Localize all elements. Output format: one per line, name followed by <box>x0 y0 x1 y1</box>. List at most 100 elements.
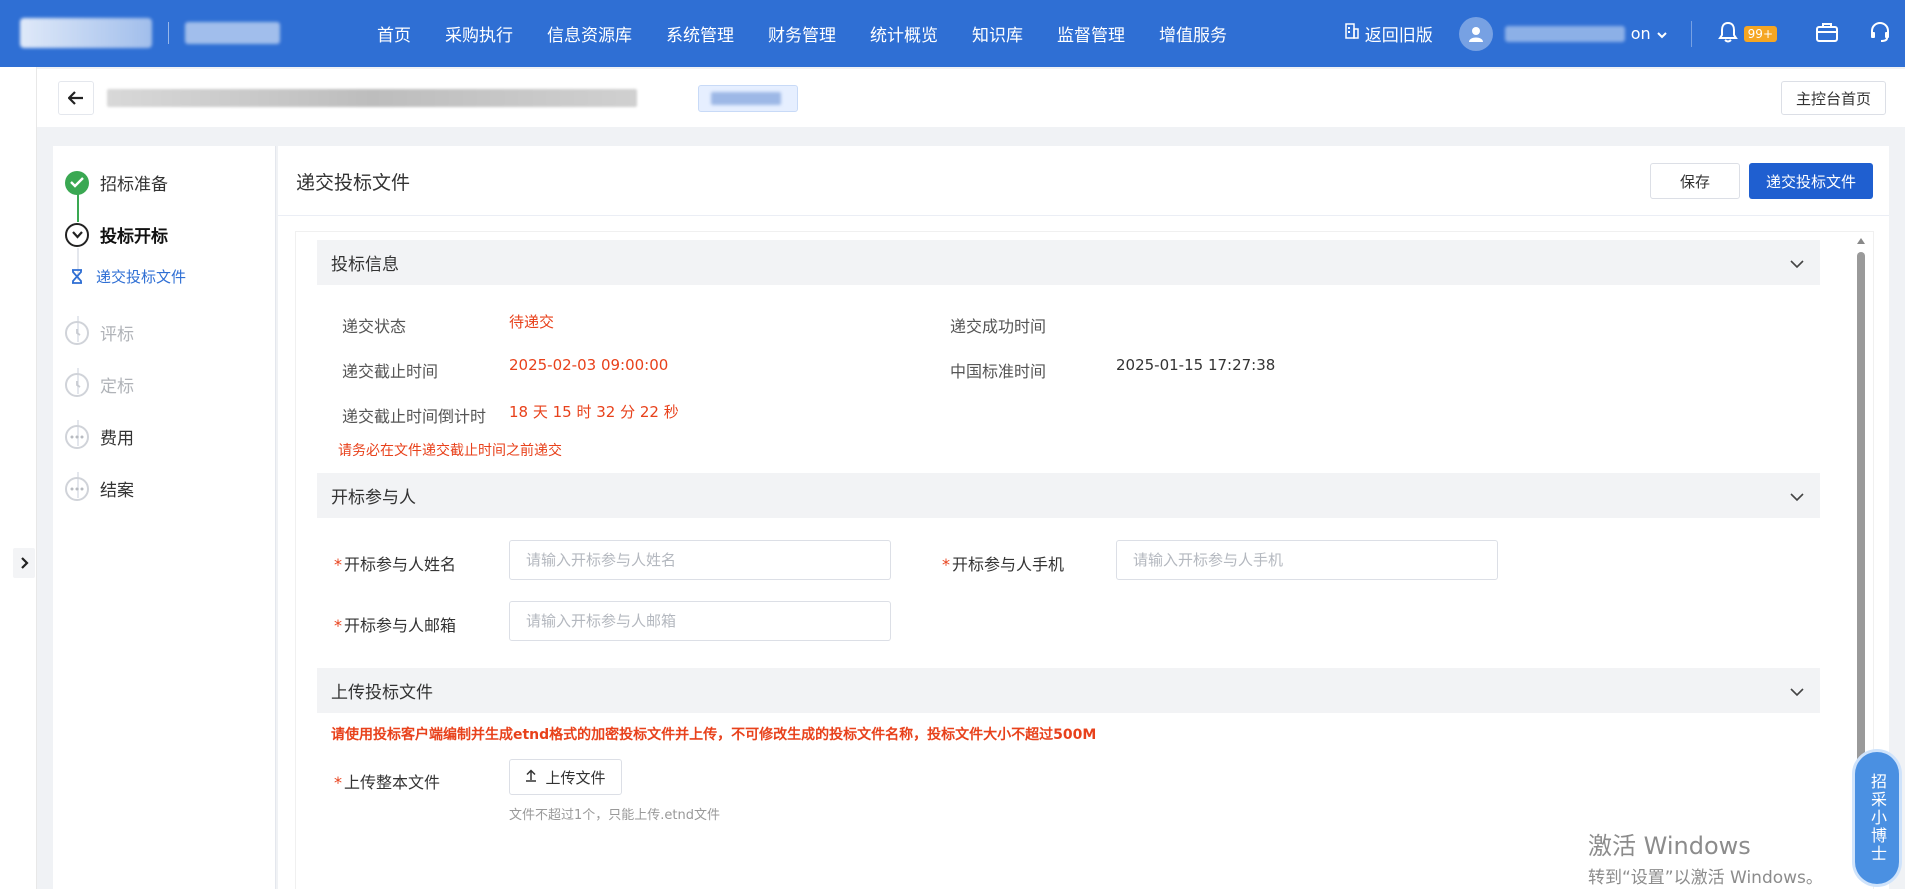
substep-submit-bid[interactable]: 递交投标文件 <box>69 266 186 287</box>
step-close[interactable]: 结案 <box>65 476 134 501</box>
more-dots-icon <box>65 424 89 449</box>
shopping-bag-icon <box>1815 21 1839 47</box>
deadline-value: 2025-02-03 09:00:00 <box>509 356 669 374</box>
expand-sidebar-button[interactable] <box>13 548 35 578</box>
console-home-button[interactable]: 主控台首页 <box>1780 81 1886 115</box>
section-participant[interactable]: 开标参与人 <box>317 473 1820 518</box>
page-title: 递交投标文件 <box>296 172 411 194</box>
clock-icon <box>65 372 89 397</box>
nav-item-knowledge[interactable]: 知识库 <box>955 21 1040 46</box>
old-version-link[interactable]: 返回旧版 <box>1344 21 1433 46</box>
assistant-widget[interactable]: 招采小博士 <box>1855 752 1899 884</box>
step-evaluation[interactable]: 评标 <box>65 320 134 345</box>
nav-item-resources[interactable]: 信息资源库 <box>530 21 649 46</box>
user-icon <box>1468 26 1483 42</box>
project-tag-blurred <box>711 92 781 105</box>
section-title: 投标信息 <box>331 255 399 275</box>
nav-item-home[interactable]: 首页 <box>360 21 428 46</box>
form-content: 投标信息 递交状态 待递交 递交成功时间 递交截止时间 2025-02-03 0… <box>296 232 1873 889</box>
left-collapsed-sidebar <box>0 67 37 889</box>
avatar[interactable] <box>1458 16 1493 51</box>
logo-subtitle <box>185 22 280 44</box>
step-label: 招标准备 <box>100 175 168 195</box>
logo-divider <box>168 22 169 44</box>
logo[interactable] <box>20 18 280 48</box>
bell-icon <box>1717 21 1738 47</box>
substep-label: 递交投标文件 <box>96 268 187 286</box>
nav-item-finance[interactable]: 财务管理 <box>751 21 853 46</box>
hourglass-icon <box>69 269 85 284</box>
nav-divider <box>1690 20 1692 47</box>
step-bid-opening[interactable]: 投标开标 <box>65 222 168 247</box>
notification-badge: 99+ <box>1743 25 1777 42</box>
headset-icon <box>1869 21 1891 47</box>
project-tag <box>698 85 798 112</box>
nav-item-system[interactable]: 系统管理 <box>649 21 751 46</box>
countdown-label: 递交截止时间倒计时 <box>342 407 487 426</box>
notifications[interactable]: 99+ <box>1717 21 1777 47</box>
nav-item-statistics[interactable]: 统计概览 <box>853 21 955 46</box>
step-fees[interactable]: 费用 <box>65 424 134 449</box>
step-label: 定标 <box>100 377 134 397</box>
shopping-bag-button[interactable] <box>1815 21 1839 47</box>
submit-bid-button[interactable]: 递交投标文件 <box>1749 163 1873 199</box>
assistant-label: 招采小博士 <box>1868 773 1887 863</box>
upload-notice: 请使用投标客户端编制并生成etnd格式的加密投标文件并上传，不可修改生成的投标文… <box>331 727 1097 743</box>
section-bid-info[interactable]: 投标信息 <box>317 240 1820 285</box>
upload-icon <box>525 768 537 786</box>
building-icon <box>1344 23 1359 44</box>
step-label: 结案 <box>100 481 134 501</box>
countdown-value: 18 天 15 时 32 分 22 秒 <box>509 403 679 421</box>
nav-item-supervision[interactable]: 监督管理 <box>1040 21 1142 46</box>
chevron-down-icon <box>1656 24 1667 43</box>
cn-time-label: 中国标准时间 <box>950 362 1047 381</box>
step-award[interactable]: 定标 <box>65 372 134 397</box>
nav-item-procurement[interactable]: 采购执行 <box>428 21 530 46</box>
chevron-down-icon <box>1790 254 1804 274</box>
watermark-line2: 转到“设置”以激活 Windows。 <box>1588 868 1823 888</box>
cn-time-value: 2025-01-15 17:27:38 <box>1116 356 1276 374</box>
chevron-down-icon <box>1790 682 1804 702</box>
watermark-line1: 激活 Windows <box>1588 832 1751 860</box>
participant-email-input[interactable] <box>509 601 891 641</box>
participant-name-input[interactable] <box>509 540 891 580</box>
user-name-blurred <box>1504 25 1625 42</box>
nav-item-value-added[interactable]: 增值服务 <box>1142 21 1244 46</box>
process-steps: 招标准备 投标开标 递交投标文件 评标 定标 费用 结案 <box>53 146 276 889</box>
status-label: 递交状态 <box>342 317 407 336</box>
more-dots-icon <box>65 476 89 501</box>
step-bid-prep[interactable]: 招标准备 <box>65 170 168 195</box>
status-value: 待递交 <box>509 313 555 331</box>
upload-button-label: 上传文件 <box>545 768 606 787</box>
upload-file-button[interactable]: 上传文件 <box>509 759 622 795</box>
save-button[interactable]: 保存 <box>1650 163 1740 199</box>
project-title-blurred <box>107 89 637 107</box>
top-navbar: 首页 采购执行 信息资源库 系统管理 财务管理 统计概览 知识库 监督管理 增值… <box>0 0 1905 67</box>
check-circle-icon <box>65 170 89 195</box>
scroll-up-icon <box>1857 238 1865 244</box>
participant-name-label: 开标参与人姓名 <box>334 551 456 575</box>
old-version-label: 返回旧版 <box>1364 26 1433 46</box>
main-nav: 首页 采购执行 信息资源库 系统管理 财务管理 统计概览 知识库 监督管理 增值… <box>360 0 1244 67</box>
chevron-down-circle-icon <box>65 222 89 247</box>
user-name-suffix: on <box>1630 24 1651 43</box>
step-label: 评标 <box>100 325 134 345</box>
section-title: 上传投标文件 <box>331 683 433 703</box>
step-label: 费用 <box>100 429 134 449</box>
file-label: 上传整本文件 <box>334 769 440 793</box>
deadline-label: 递交截止时间 <box>342 362 439 381</box>
participant-phone-input[interactable] <box>1116 540 1498 580</box>
chevron-down-icon <box>1790 487 1804 507</box>
arrow-left-icon <box>68 91 83 105</box>
main-panel: 递交投标文件 保存 递交投标文件 投标信息 递交状态 待递交 递交成功时间 递交… <box>278 146 1889 889</box>
success-time-label: 递交成功时间 <box>950 317 1047 336</box>
deadline-warning: 请务必在文件递交截止时间之前递交 <box>338 443 562 459</box>
user-menu[interactable]: on <box>1504 24 1667 43</box>
main-header: 递交投标文件 保存 递交投标文件 <box>278 146 1889 216</box>
back-button[interactable] <box>58 81 94 115</box>
upload-hint: 文件不超过1个，只能上传.etnd文件 <box>509 808 720 823</box>
section-title: 开标参与人 <box>331 488 416 508</box>
section-upload[interactable]: 上传投标文件 <box>317 668 1820 713</box>
customer-service-button[interactable] <box>1869 21 1891 47</box>
logo-image <box>20 18 152 48</box>
